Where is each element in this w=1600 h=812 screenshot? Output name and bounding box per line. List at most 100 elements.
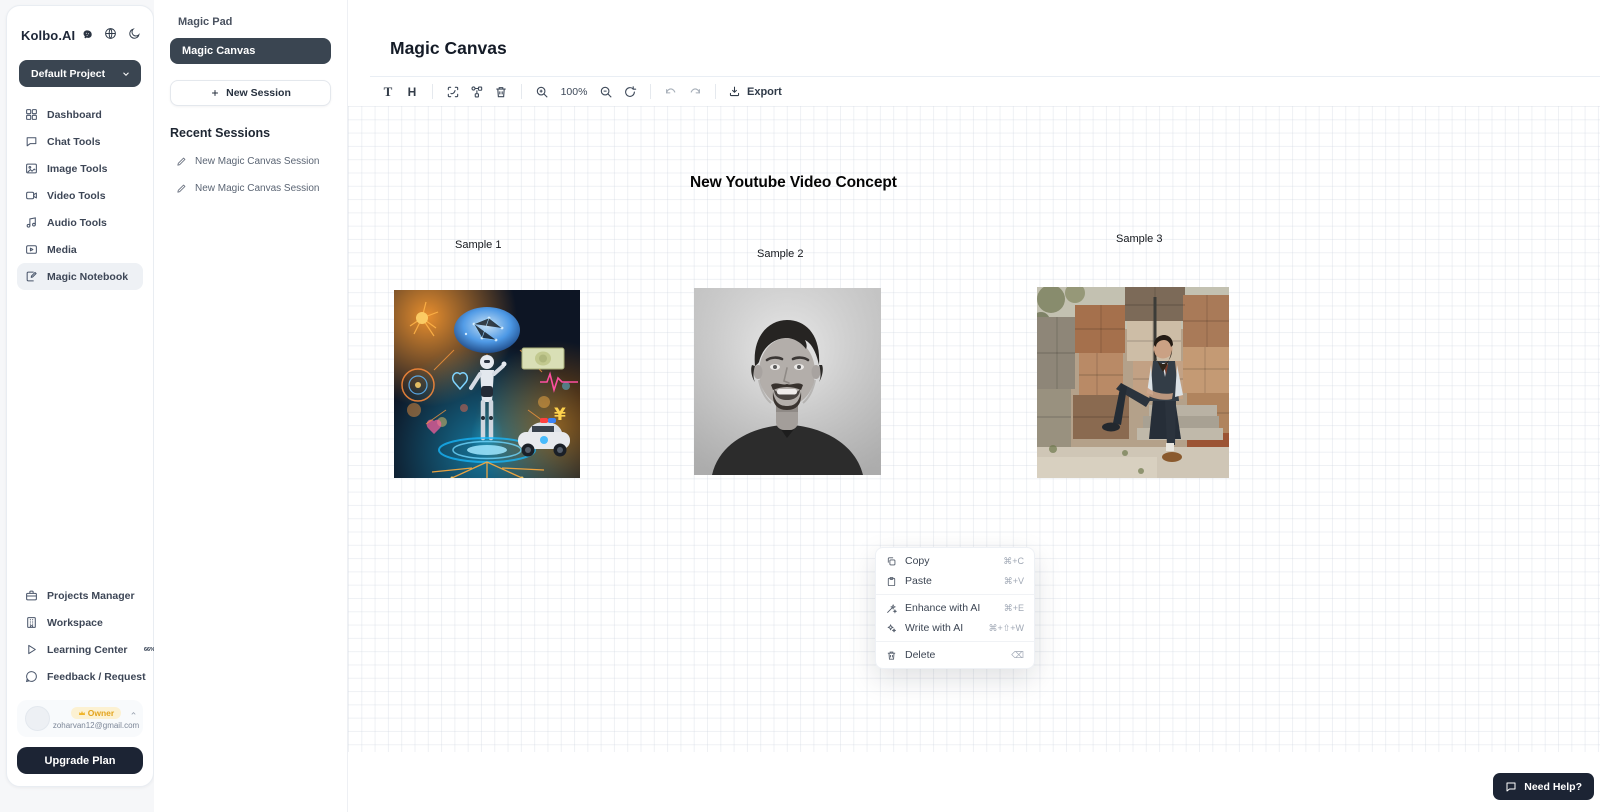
recent-sessions-heading: Recent Sessions bbox=[170, 126, 331, 140]
context-menu-item-enhance-with-ai[interactable]: Enhance with AI ⌘+E bbox=[876, 598, 1034, 618]
sidebar-item-label: Audio Tools bbox=[47, 217, 107, 229]
context-menu-label: Write with AI bbox=[905, 622, 980, 634]
new-session-label: New Session bbox=[226, 87, 291, 99]
help-chat-icon bbox=[1505, 781, 1517, 793]
dark-mode-button[interactable] bbox=[127, 26, 141, 44]
sample-1-label[interactable]: Sample 1 bbox=[455, 239, 501, 251]
page-title: Magic Canvas bbox=[390, 38, 507, 59]
crown-icon bbox=[78, 709, 86, 717]
undo-button[interactable] bbox=[659, 80, 683, 104]
user-account-row[interactable]: Owner zoharvan12@gmail.com bbox=[17, 700, 143, 737]
context-menu-item-delete[interactable]: Delete ⌫ bbox=[876, 645, 1034, 665]
sidebar-item-learning-center[interactable]: Learning Center 66% bbox=[17, 636, 143, 663]
sidebar-item-label: Media bbox=[47, 244, 77, 256]
sidebar-item-workspace[interactable]: Workspace bbox=[17, 609, 143, 636]
tab-magic-pad[interactable]: Magic Pad bbox=[170, 14, 331, 38]
context-menu-label: Enhance with AI bbox=[905, 602, 996, 614]
zoom-in-icon bbox=[535, 85, 549, 99]
delete-tool-button[interactable] bbox=[489, 80, 513, 104]
ai-select-tool-button[interactable] bbox=[441, 80, 465, 104]
owner-badge: Owner bbox=[71, 707, 121, 719]
text-tool-button[interactable]: T bbox=[376, 80, 400, 104]
need-help-button[interactable]: Need Help? bbox=[1493, 773, 1594, 800]
sample-1-image[interactable]: ¥ bbox=[394, 290, 580, 478]
context-menu-shortcut: ⌘+⇧+W bbox=[988, 623, 1024, 634]
reset-view-button[interactable] bbox=[618, 80, 642, 104]
language-globe-button[interactable] bbox=[103, 26, 117, 44]
sample-3-image[interactable] bbox=[1037, 287, 1229, 478]
pencil-icon bbox=[176, 156, 187, 167]
zoom-in-button[interactable] bbox=[530, 80, 554, 104]
download-icon bbox=[728, 85, 741, 98]
context-menu-label: Copy bbox=[905, 555, 995, 567]
sessions-panel: Magic Pad Magic Canvas New Session Recen… bbox=[154, 0, 348, 812]
sidebar-item-audio-tools[interactable]: Audio Tools bbox=[17, 209, 143, 236]
context-menu-item-copy[interactable]: Copy ⌘+C bbox=[876, 551, 1034, 571]
text-tool-glyph: T bbox=[384, 84, 393, 100]
sidebar: Kolbo.AI Default Project Dashboard Chat … bbox=[6, 5, 154, 787]
globe-icon bbox=[104, 27, 117, 40]
play-icon bbox=[25, 643, 38, 656]
music-note-icon bbox=[25, 216, 38, 229]
svg-text:¥: ¥ bbox=[554, 405, 566, 425]
undo-icon bbox=[664, 85, 678, 99]
zoom-out-button[interactable] bbox=[594, 80, 618, 104]
session-item-label: New Magic Canvas Session bbox=[195, 183, 320, 194]
footer-nav: Projects Manager Workspace Learning Cent… bbox=[17, 582, 143, 690]
sidebar-item-media[interactable]: Media bbox=[17, 236, 143, 263]
sidebar-spacer bbox=[17, 290, 143, 568]
new-session-button[interactable]: New Session bbox=[170, 80, 331, 106]
sidebar-item-magic-notebook[interactable]: Magic Notebook bbox=[17, 263, 143, 290]
toolbar-divider bbox=[715, 84, 716, 99]
dashboard-icon bbox=[25, 108, 38, 121]
project-selector[interactable]: Default Project bbox=[19, 60, 141, 87]
flow-tool-button[interactable] bbox=[465, 80, 489, 104]
sidebar-item-video-tools[interactable]: Video Tools bbox=[17, 182, 143, 209]
sample-2-image[interactable] bbox=[694, 288, 881, 475]
paste-icon bbox=[886, 576, 897, 587]
export-button[interactable]: Export bbox=[728, 85, 782, 98]
heading-tool-button[interactable]: H bbox=[400, 80, 424, 104]
avatar bbox=[25, 706, 50, 731]
sidebar-item-chat-tools[interactable]: Chat Tools bbox=[17, 128, 143, 155]
brand-logo: Kolbo.AI bbox=[21, 28, 75, 43]
sample-3-label[interactable]: Sample 3 bbox=[1116, 233, 1162, 245]
rotate-reset-icon bbox=[623, 85, 637, 99]
magic-wand-icon bbox=[886, 603, 897, 614]
project-selector-label: Default Project bbox=[31, 68, 105, 80]
copy-icon bbox=[886, 556, 897, 567]
tab-magic-canvas[interactable]: Magic Canvas bbox=[170, 38, 331, 64]
session-item[interactable]: New Magic Canvas Session bbox=[170, 156, 331, 167]
context-menu-label: Paste bbox=[905, 575, 996, 587]
plus-icon bbox=[210, 88, 220, 98]
main-nav: Dashboard Chat Tools Image Tools Video T… bbox=[17, 101, 143, 290]
session-item[interactable]: New Magic Canvas Session bbox=[170, 183, 331, 194]
sidebar-item-feedback[interactable]: Feedback / Request bbox=[17, 663, 143, 690]
flow-nodes-icon bbox=[470, 85, 484, 99]
user-meta: Owner zoharvan12@gmail.com bbox=[57, 707, 135, 730]
sidebar-item-label: Magic Notebook bbox=[47, 271, 128, 283]
chat-icon bbox=[25, 135, 38, 148]
image-icon bbox=[25, 162, 38, 175]
heading-tool-glyph: H bbox=[408, 85, 417, 99]
sidebar-item-projects-manager[interactable]: Projects Manager bbox=[17, 582, 143, 609]
redo-button[interactable] bbox=[683, 80, 707, 104]
upgrade-plan-button[interactable]: Upgrade Plan bbox=[17, 747, 143, 774]
context-menu-item-paste[interactable]: Paste ⌘+V bbox=[876, 571, 1034, 591]
sidebar-item-image-tools[interactable]: Image Tools bbox=[17, 155, 143, 182]
pencil-icon bbox=[176, 183, 187, 194]
chevron-up-icon bbox=[130, 710, 137, 717]
session-item-label: New Magic Canvas Session bbox=[195, 156, 320, 167]
notebook-pen-icon bbox=[25, 270, 38, 283]
context-menu-item-write-with-ai[interactable]: Write with AI ⌘+⇧+W bbox=[876, 618, 1034, 638]
briefcase-icon bbox=[25, 589, 38, 602]
context-menu-shortcut: ⌫ bbox=[1011, 650, 1024, 661]
sample-2-label[interactable]: Sample 2 bbox=[757, 248, 803, 260]
media-icon bbox=[25, 243, 38, 256]
trash-icon bbox=[494, 85, 508, 99]
toolbar-divider bbox=[521, 84, 522, 99]
sidebar-item-label: Projects Manager bbox=[47, 590, 135, 602]
sidebar-item-dashboard[interactable]: Dashboard bbox=[17, 101, 143, 128]
context-menu-divider bbox=[876, 641, 1034, 642]
canvas-heading-text[interactable]: New Youtube Video Concept bbox=[690, 174, 897, 192]
